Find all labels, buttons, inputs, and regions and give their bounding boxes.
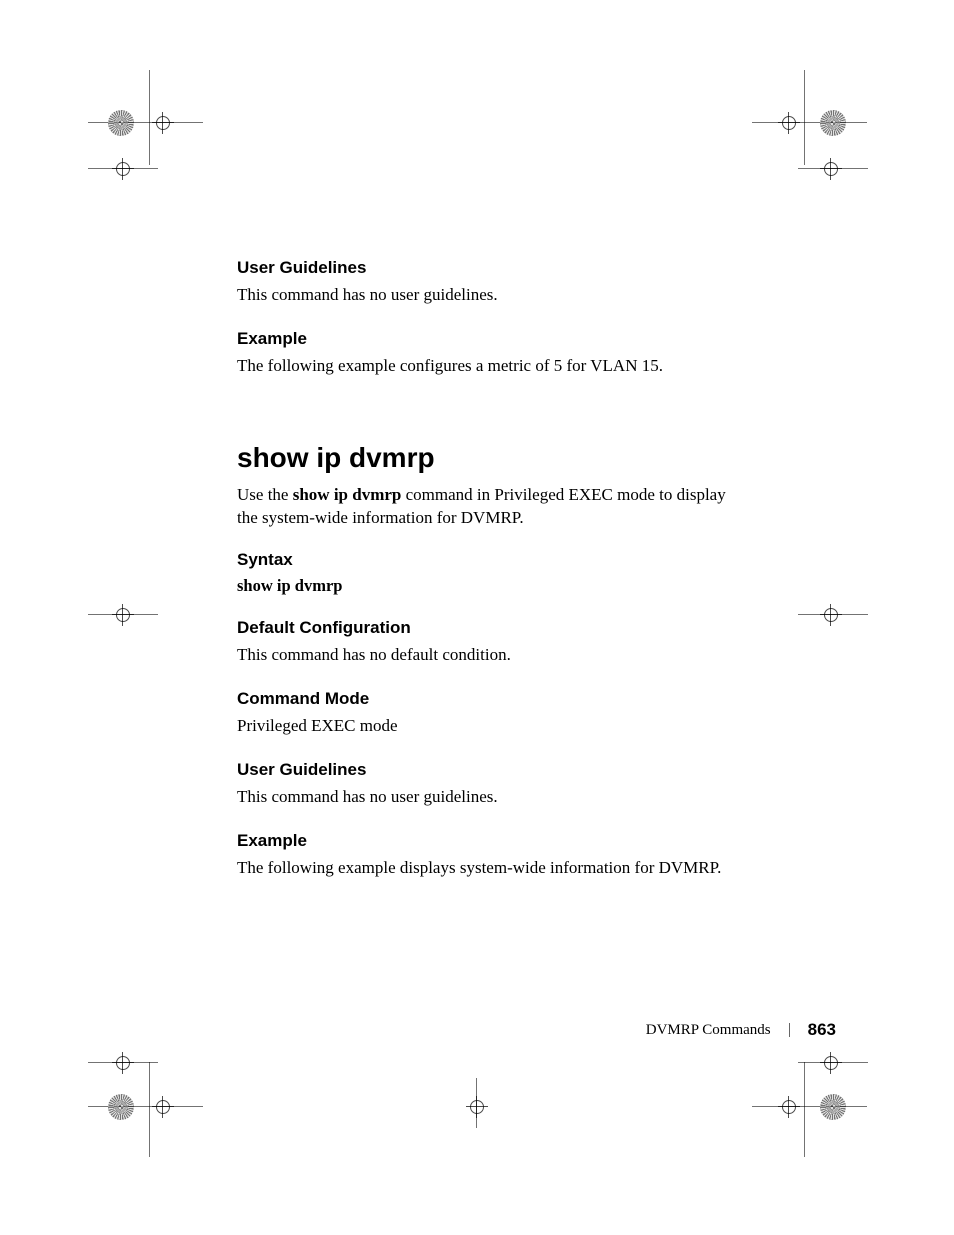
text-default: This command has no default condition. bbox=[237, 644, 737, 667]
heading-command-mode: Command Mode bbox=[237, 689, 737, 709]
heading-example-2: Example bbox=[237, 831, 737, 851]
syntax-line: show ip dvmrp bbox=[237, 576, 737, 596]
text-example-2: The following example displays system-wi… bbox=[237, 857, 737, 880]
page-footer: DVMRP Commands 863 bbox=[646, 1020, 836, 1040]
command-intro: Use the show ip dvmrp command in Privile… bbox=[237, 484, 737, 530]
text-user-guidelines-1: This command has no user guidelines. bbox=[237, 284, 737, 307]
command-title: show ip dvmrp bbox=[237, 442, 737, 474]
page-content: User Guidelines This command has no user… bbox=[237, 258, 737, 902]
footer-section-label: DVMRP Commands bbox=[646, 1022, 771, 1039]
text-example-1: The following example configures a metri… bbox=[237, 355, 737, 378]
text-command-mode: Privileged EXEC mode bbox=[237, 715, 737, 738]
heading-syntax: Syntax bbox=[237, 550, 737, 570]
footer-separator-icon bbox=[789, 1023, 790, 1037]
heading-default: Default Configuration bbox=[237, 618, 737, 638]
command-intro-cmd: show ip dvmrp bbox=[293, 485, 402, 504]
footer-page-number: 863 bbox=[808, 1020, 836, 1040]
text-user-guidelines-2: This command has no user guidelines. bbox=[237, 786, 737, 809]
heading-user-guidelines-2: User Guidelines bbox=[237, 760, 737, 780]
heading-user-guidelines-1: User Guidelines bbox=[237, 258, 737, 278]
heading-example-1: Example bbox=[237, 329, 737, 349]
command-intro-pre: Use the bbox=[237, 485, 293, 504]
